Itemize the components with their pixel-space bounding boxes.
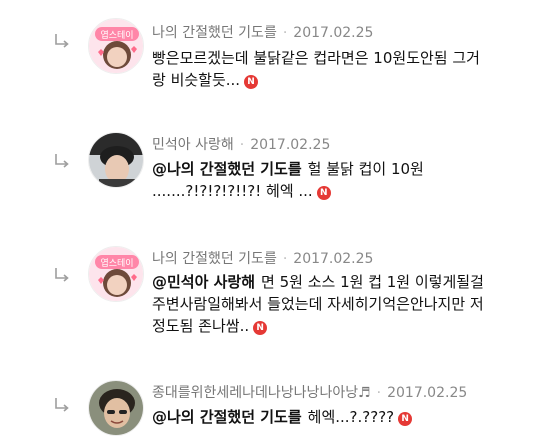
comment-item: 엽스테이 나의 간절했던 기도를 · 2017.02.25 빵은모르겠는데 불닭같은…	[0, 0, 540, 118]
profile-image: 엽스테이	[89, 19, 143, 73]
reply-arrow-icon	[55, 398, 69, 412]
avatar[interactable]	[88, 132, 144, 188]
comment-line: .......?!?!?!?!!?! 헤엑 ... N	[152, 180, 512, 202]
author-name[interactable]: 민석아 사랑해	[152, 137, 234, 153]
separator-dot: ·	[282, 251, 288, 267]
avatar-label: 엽스테이	[100, 30, 133, 41]
comment-line: @민석아 사랑해 면 5원 소스 1원 컵 1원 이렇게될걸	[152, 273, 484, 291]
profile-image	[89, 133, 143, 187]
comment-meta: 나의 간절했던 기도를 · 2017.02.25	[152, 22, 373, 42]
avatar[interactable]: 엽스테이	[88, 18, 144, 74]
separator-dot: ·	[282, 25, 288, 41]
separator-dot: ·	[239, 137, 245, 153]
author-name[interactable]: 나의 간절했던 기도를	[152, 25, 277, 41]
comment-text: @민석아 사랑해 면 5원 소스 1원 컵 1원 이렇게될걸 주변사람일해봐서 들…	[152, 271, 512, 337]
comment-item: 민석아 사랑해 · 2017.02.25 @나의 간절했던 기도를 헐 불닭 컵이 1…	[0, 118, 540, 230]
mention-link[interactable]: @민석아 사랑해	[152, 273, 255, 291]
comment-date: 2017.02.25	[250, 137, 331, 153]
comment-line: 랑 비슷할듯... N	[152, 69, 512, 91]
author-name[interactable]: 종대를위한세레나데나낭나낭나아낭♬	[152, 385, 371, 401]
comment-item: 엽스테이 나의 간절했던 기도를 · 2017.02.25 @민석아 사랑해 면 5원…	[0, 230, 540, 370]
comment-item: 종대를위한세레나데나낭나낭나아낭♬ · 2017.02.25 @나의 간절했던 기도…	[0, 370, 540, 448]
comment-text: @나의 간절했던 기도를 헤엑...?.???? N	[152, 406, 512, 428]
comment-date: 2017.02.25	[293, 25, 374, 41]
comment-date: 2017.02.25	[293, 251, 374, 267]
profile-image: 엽스테이	[89, 247, 143, 301]
comment-date: 2017.02.25	[387, 385, 468, 401]
comment-line: 정도됨 존나쌈.. N	[152, 315, 512, 337]
new-badge: N	[398, 412, 413, 426]
comment-line: @나의 간절했던 기도를 헤엑...?.???? N	[152, 406, 512, 428]
avatar-label: 엽스테이	[100, 258, 133, 269]
comment-line: @나의 간절했던 기도를 헐 불닭 컵이 10원	[152, 160, 424, 178]
comment-meta: 종대를위한세레나데나낭나낭나아낭♬ · 2017.02.25	[152, 382, 467, 402]
new-badge: N	[253, 321, 268, 335]
comment-line: 빵은모르겠는데 불닭같은 컵라면은 10원도안됨 그거	[152, 49, 480, 67]
comment-text: 빵은모르겠는데 불닭같은 컵라면은 10원도안됨 그거 랑 비슷할듯... N	[152, 47, 512, 91]
new-badge: N	[316, 186, 331, 200]
profile-image	[89, 381, 143, 435]
comment-line: 주변사람일해봐서 들었는데 자세히기억은안나지만 저	[152, 295, 484, 313]
comment-text: @나의 간절했던 기도를 헐 불닭 컵이 10원 .......?!?!?!?!!…	[152, 158, 512, 202]
comment-meta: 나의 간절했던 기도를 · 2017.02.25	[152, 248, 373, 268]
reply-arrow-icon	[55, 268, 69, 282]
reply-arrow-icon	[55, 34, 69, 48]
avatar[interactable]: 엽스테이	[88, 246, 144, 302]
comment-meta: 민석아 사랑해 · 2017.02.25	[152, 134, 330, 154]
reply-arrow-icon	[55, 154, 69, 168]
new-badge: N	[244, 75, 259, 89]
author-name[interactable]: 나의 간절했던 기도를	[152, 251, 277, 267]
mention-link[interactable]: @나의 간절했던 기도를	[152, 160, 302, 178]
separator-dot: ·	[376, 385, 382, 401]
mention-link[interactable]: @나의 간절했던 기도를	[152, 408, 302, 426]
avatar[interactable]	[88, 380, 144, 436]
